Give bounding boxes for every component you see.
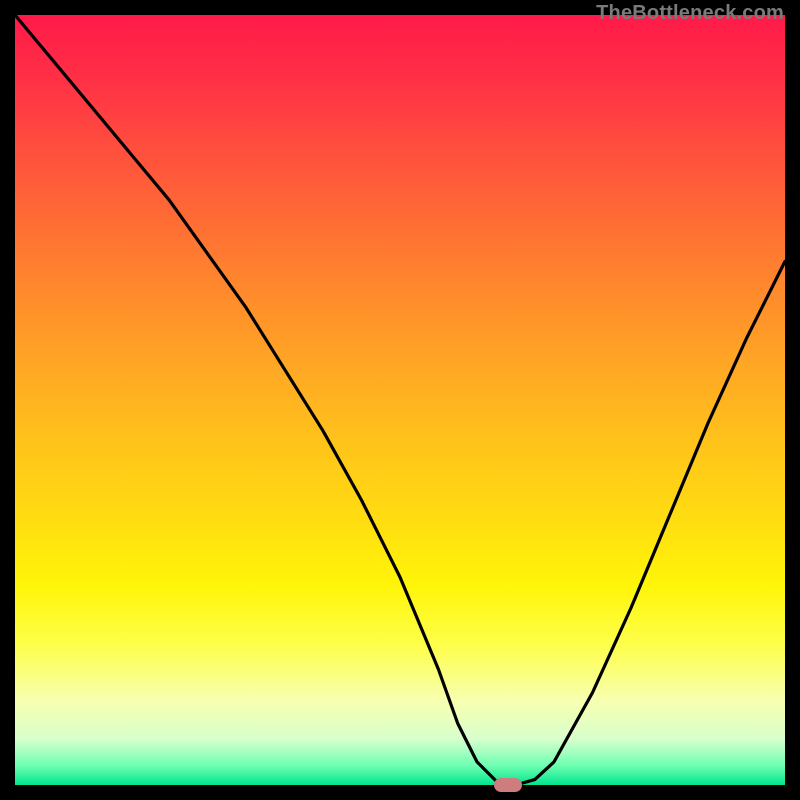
chart-frame: TheBottleneck.com [0, 0, 800, 800]
plot-area [15, 15, 785, 785]
watermark-text: TheBottleneck.com [596, 2, 784, 25]
optimal-point-marker [494, 778, 522, 792]
bottleneck-curve [15, 15, 785, 785]
